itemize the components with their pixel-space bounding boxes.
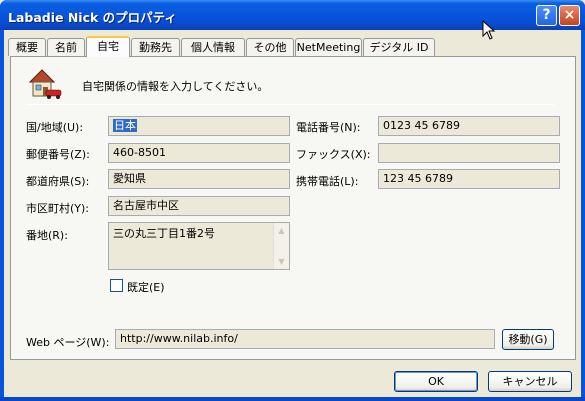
separator-line: [26, 104, 554, 105]
city-label: 市区町村(Y):: [26, 202, 90, 215]
fax-field[interactable]: [378, 143, 560, 163]
cancel-button[interactable]: キャンセル: [488, 371, 572, 392]
phone-label: 電話番号(N):: [296, 121, 361, 134]
prefecture-field[interactable]: 愛知県: [108, 169, 290, 189]
street-value: 三の丸三丁目1番2号: [113, 227, 215, 240]
fax-label: ファックス(X):: [296, 148, 371, 161]
mobile-field[interactable]: 123 45 6789: [378, 169, 560, 189]
close-button[interactable]: ×: [559, 5, 580, 26]
scroll-up-icon[interactable]: ▲: [276, 225, 287, 236]
ok-button[interactable]: OK: [394, 371, 478, 392]
tab-other[interactable]: その他: [246, 38, 294, 56]
default-checkbox[interactable]: [110, 279, 123, 292]
window-frame-bottom: [0, 397, 585, 401]
tab-business[interactable]: 勤務先: [131, 38, 180, 56]
zip-label: 郵便番号(Z):: [26, 148, 90, 161]
country-value: 日本: [113, 119, 137, 132]
title-bar[interactable]: Labadie Nick のプロパティ ? ×: [0, 0, 585, 30]
prefecture-label: 都道府県(S):: [26, 175, 90, 188]
window-frame-right: [581, 30, 585, 401]
country-label: 国/地域(U):: [26, 121, 84, 134]
street-textarea[interactable]: 三の丸三丁目1番2号 ▲ ▼: [108, 222, 290, 270]
street-scrollbar[interactable]: ▲ ▼: [273, 223, 289, 269]
tab-summary[interactable]: 概要: [8, 38, 46, 56]
scroll-down-icon[interactable]: ▼: [276, 256, 287, 267]
window-title: Labadie Nick のプロパティ: [8, 10, 177, 25]
city-field[interactable]: 名古屋市中区: [108, 196, 290, 216]
country-field[interactable]: 日本: [108, 116, 290, 136]
phone-field[interactable]: 0123 45 6789: [378, 116, 560, 136]
web-page-field[interactable]: http://www.nilab.info/: [115, 329, 495, 349]
zip-field[interactable]: 460-8501: [108, 143, 290, 163]
tab-digital-id[interactable]: デジタル ID: [363, 38, 435, 56]
tab-name[interactable]: 名前: [47, 38, 85, 56]
house-car-icon: [28, 69, 62, 99]
tab-personal[interactable]: 個人情報: [181, 38, 245, 56]
tab-panel: [10, 56, 576, 360]
go-button[interactable]: 移動(G): [502, 329, 554, 350]
intro-text: 自宅関係の情報を入力してください。: [82, 80, 269, 93]
web-page-label: Web ページ(W):: [26, 336, 110, 349]
mouse-cursor-icon: [482, 20, 496, 40]
street-label: 番地(R):: [26, 229, 68, 242]
mobile-label: 携帯電話(L):: [296, 175, 359, 188]
default-checkbox-label: 既定(E): [127, 281, 165, 294]
help-button[interactable]: ?: [536, 5, 557, 26]
tab-netmeeting[interactable]: NetMeeting: [295, 38, 362, 56]
tab-home[interactable]: 自宅: [86, 36, 130, 57]
